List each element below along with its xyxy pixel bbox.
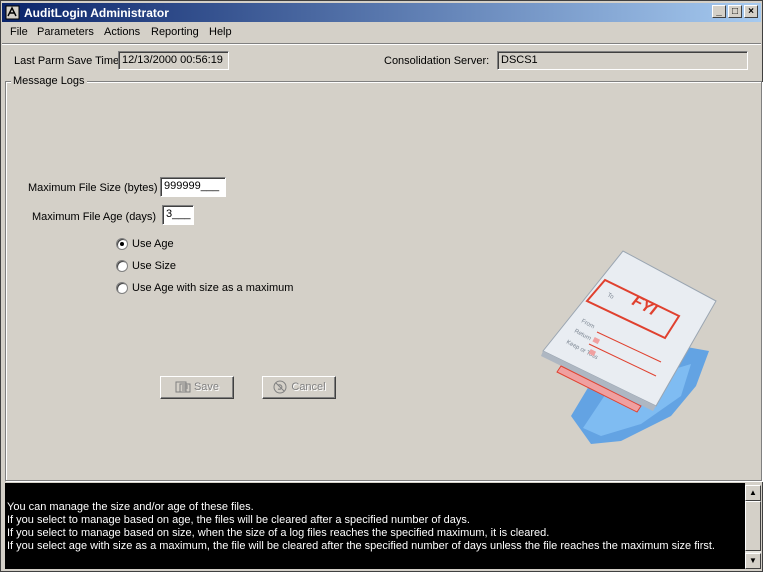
menu-help[interactable]: Help	[209, 26, 232, 38]
max-size-input[interactable]: 999999___	[160, 177, 226, 197]
menu-reporting[interactable]: Reporting	[151, 26, 199, 38]
last-parm-label: Last Parm Save Time	[14, 55, 120, 67]
use-age-label[interactable]: Use Age	[132, 238, 174, 250]
cancel-icon	[273, 380, 287, 394]
server-label: Consolidation Server:	[384, 55, 490, 67]
menu-parameters[interactable]: Parameters	[37, 26, 94, 38]
app-icon[interactable]	[5, 5, 20, 20]
use-age-with-size-label[interactable]: Use Age with size as a maximum	[132, 282, 293, 294]
title-bar[interactable]: AuditLogin Administrator _ □ ×	[2, 3, 761, 22]
max-age-label: Maximum File Age (days)	[32, 211, 157, 223]
server-field: DSCS1	[497, 51, 748, 70]
last-parm-field: 12/13/2000 00:56:19	[118, 51, 229, 70]
scroll-up-arrow-icon[interactable]: ▲	[745, 485, 761, 501]
save-button[interactable]: Save	[160, 376, 234, 399]
info-line-3: If you select to manage based on size, w…	[7, 527, 550, 539]
info-line-4: If you select age with size as a maximum…	[7, 540, 715, 552]
use-size-label[interactable]: Use Size	[132, 260, 176, 272]
scroll-thumb[interactable]	[745, 501, 761, 551]
fyi-card-illustration: FYI To From Return Keep or Toss	[541, 250, 717, 444]
cancel-label: Cancel	[291, 381, 326, 393]
save-label: Save	[193, 381, 220, 393]
minimize-button[interactable]: _	[712, 5, 726, 18]
use-age-radio[interactable]	[116, 238, 128, 250]
maximize-button[interactable]: □	[728, 5, 742, 18]
save-icon	[175, 381, 191, 393]
group-title: Message Logs	[11, 75, 87, 87]
main-window: AuditLogin Administrator _ □ × File Para…	[0, 0, 763, 572]
close-button[interactable]: ×	[744, 5, 758, 18]
info-line-1: You can manage the size and/or age of th…	[7, 501, 254, 513]
menu-bar: File Parameters Actions Reporting Help	[2, 23, 761, 41]
menu-actions[interactable]: Actions	[104, 26, 140, 38]
use-size-radio[interactable]	[116, 260, 128, 272]
menu-file[interactable]: File	[10, 26, 28, 38]
use-age-with-size-radio[interactable]	[116, 282, 128, 294]
scroll-down-arrow-icon[interactable]: ▼	[745, 553, 761, 569]
header-divider	[2, 43, 761, 45]
info-textbox[interactable]: You can manage the size and/or age of th…	[5, 483, 745, 569]
max-age-input[interactable]: 3___	[162, 205, 194, 225]
info-line-2: If you select to manage based on age, th…	[7, 514, 470, 526]
window-title: AuditLogin Administrator	[24, 6, 169, 20]
radio-selected-dot	[120, 242, 124, 246]
info-scrollbar[interactable]: ▲ ▼	[745, 485, 761, 569]
max-size-label: Maximum File Size (bytes)	[28, 182, 158, 194]
cancel-button[interactable]: Cancel	[262, 376, 336, 399]
